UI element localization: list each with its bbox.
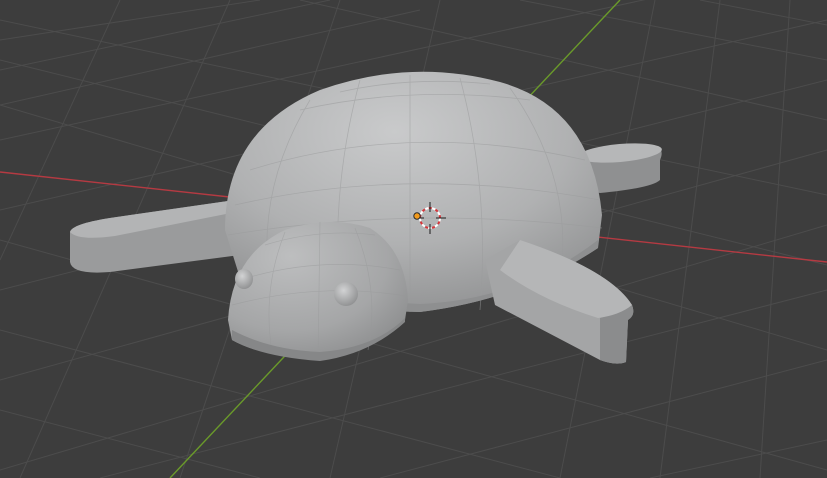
turtle-mesh[interactable] <box>70 71 663 364</box>
left-eye[interactable] <box>235 269 253 289</box>
front-right-flipper[interactable] <box>485 240 634 364</box>
right-eye[interactable] <box>334 282 358 306</box>
3d-viewport[interactable] <box>0 0 827 478</box>
left-flipper[interactable] <box>70 200 240 273</box>
viewport-canvas[interactable] <box>0 0 827 478</box>
object-origin-icon[interactable] <box>413 212 421 220</box>
